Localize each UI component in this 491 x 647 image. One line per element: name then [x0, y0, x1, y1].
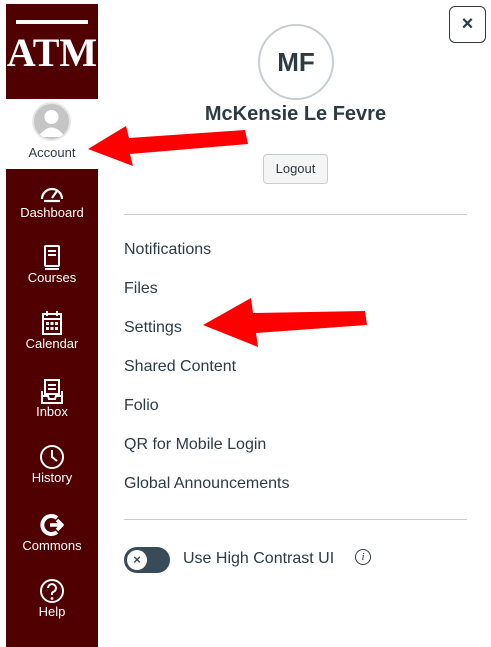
link-qr-mobile-login[interactable]: QR for Mobile Login	[124, 436, 266, 454]
global-nav-sidebar: ATM Account Dashboard Courses Calendar I…	[6, 4, 98, 647]
high-contrast-toggle[interactable]: ×	[124, 547, 170, 573]
nav-calendar[interactable]: Calendar	[6, 310, 98, 378]
logout-button[interactable]: Logout	[263, 154, 328, 184]
arrow-to-account-icon	[88, 126, 248, 166]
help-icon	[40, 579, 64, 603]
calendar-icon	[42, 311, 62, 335]
tamu-logo[interactable]: ATM	[6, 4, 98, 99]
nav-courses-label: Courses	[27, 270, 77, 285]
nav-dashboard-label: Dashboard	[20, 205, 84, 220]
nav-commons[interactable]: Commons	[6, 512, 98, 580]
inbox-icon	[41, 379, 63, 404]
divider-top	[124, 214, 467, 215]
nav-inbox[interactable]: Inbox	[6, 378, 98, 446]
nav-history[interactable]: History	[6, 444, 98, 512]
commons-icon	[40, 514, 64, 536]
nav-help-label: Help	[38, 604, 66, 619]
link-folio[interactable]: Folio	[124, 397, 159, 415]
toggle-x-icon: ×	[127, 550, 147, 570]
nav-help[interactable]: Help	[6, 578, 98, 646]
courses-icon	[44, 245, 60, 270]
nav-commons-label: Commons	[22, 538, 82, 553]
link-notifications[interactable]: Notifications	[124, 241, 211, 259]
account-avatar	[32, 102, 71, 141]
link-settings[interactable]: Settings	[124, 319, 182, 337]
info-icon[interactable]: i	[355, 549, 371, 565]
profile-avatar: MF	[258, 24, 334, 100]
nav-history-label: History	[31, 470, 73, 485]
close-tray-button[interactable]: ×	[449, 6, 486, 43]
history-icon	[40, 445, 64, 469]
nav-dashboard[interactable]: Dashboard	[6, 179, 98, 247]
arrow-to-settings-icon	[203, 298, 367, 347]
nav-courses[interactable]: Courses	[6, 244, 98, 312]
link-shared-content[interactable]: Shared Content	[124, 358, 236, 376]
divider-bottom	[124, 519, 467, 520]
nav-inbox-label: Inbox	[36, 404, 68, 419]
svg-text:ATM: ATM	[7, 30, 97, 75]
high-contrast-label: Use High Contrast UI	[183, 550, 335, 567]
nav-calendar-label: Calendar	[25, 336, 79, 351]
dashboard-icon	[40, 187, 64, 203]
link-global-announcements[interactable]: Global Announcements	[124, 475, 289, 493]
link-files[interactable]: Files	[124, 280, 158, 298]
